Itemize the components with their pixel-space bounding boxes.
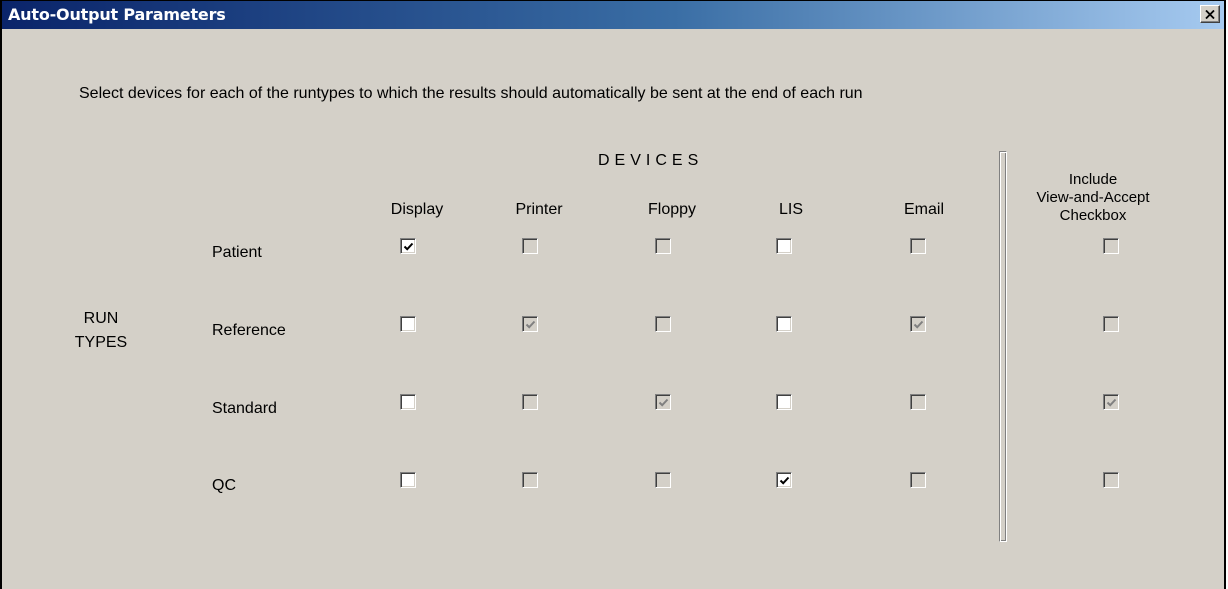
- run-types-line: TYPES: [74, 334, 128, 351]
- checkmark-icon: [1106, 398, 1117, 407]
- run-types-line: RUN: [83, 310, 119, 327]
- devices-heading: DEVICES: [598, 152, 704, 169]
- row-label-standard: Standard: [212, 400, 277, 417]
- include-view-accept-header: Include View-and-Accept Checkbox: [1028, 171, 1158, 225]
- checkbox-standard-include-view-accept: [1103, 394, 1119, 410]
- close-button[interactable]: [1200, 5, 1220, 23]
- checkbox-standard-display[interactable]: [400, 394, 416, 410]
- include-header-line: View-and-Accept: [1036, 189, 1150, 206]
- vertical-separator: [999, 151, 1007, 542]
- checkbox-reference-include-view-accept: [1103, 316, 1119, 332]
- checkbox-reference-lis[interactable]: [776, 316, 792, 332]
- checkbox-qc-printer: [522, 472, 538, 488]
- close-icon: [1205, 9, 1215, 19]
- checkbox-standard-floppy: [655, 394, 671, 410]
- checkbox-qc-floppy: [655, 472, 671, 488]
- checkbox-patient-lis[interactable]: [776, 238, 792, 254]
- title-bar[interactable]: Auto-Output Parameters: [2, 1, 1224, 29]
- column-header-printer: Printer: [515, 201, 563, 218]
- checkbox-patient-floppy: [655, 238, 671, 254]
- checkbox-standard-printer: [522, 394, 538, 410]
- column-header-lis: LIS: [778, 201, 804, 218]
- checkbox-reference-display[interactable]: [400, 316, 416, 332]
- column-header-display: Display: [390, 201, 444, 218]
- checkbox-qc-include-view-accept: [1103, 472, 1119, 488]
- row-label-reference: Reference: [212, 322, 286, 339]
- checkmark-icon: [525, 320, 536, 329]
- row-label-qc: QC: [212, 477, 236, 494]
- checkbox-standard-email: [910, 394, 926, 410]
- checkbox-reference-email: [910, 316, 926, 332]
- include-header-line: Include: [1068, 171, 1118, 188]
- window-title: Auto-Output Parameters: [8, 5, 226, 24]
- checkbox-patient-printer: [522, 238, 538, 254]
- auto-output-dialog: Auto-Output Parameters Select devices fo…: [0, 0, 1226, 589]
- checkbox-reference-floppy: [655, 316, 671, 332]
- checkbox-qc-email: [910, 472, 926, 488]
- checkmark-icon: [403, 242, 414, 251]
- checkbox-patient-email: [910, 238, 926, 254]
- checkbox-qc-lis[interactable]: [776, 472, 792, 488]
- column-header-email: Email: [903, 201, 945, 218]
- checkmark-icon: [779, 476, 790, 485]
- instruction-text: Select devices for each of the runtypes …: [79, 85, 863, 102]
- checkbox-standard-lis[interactable]: [776, 394, 792, 410]
- include-header-line: Checkbox: [1059, 207, 1127, 224]
- checkbox-patient-display[interactable]: [400, 238, 416, 254]
- column-header-floppy: Floppy: [647, 201, 697, 218]
- checkbox-qc-display[interactable]: [400, 472, 416, 488]
- row-label-patient: Patient: [212, 244, 262, 261]
- run-types-label: RUN TYPES: [66, 307, 136, 355]
- checkmark-icon: [658, 398, 669, 407]
- checkmark-icon: [913, 320, 924, 329]
- checkbox-reference-printer: [522, 316, 538, 332]
- checkbox-patient-include-view-accept: [1103, 238, 1119, 254]
